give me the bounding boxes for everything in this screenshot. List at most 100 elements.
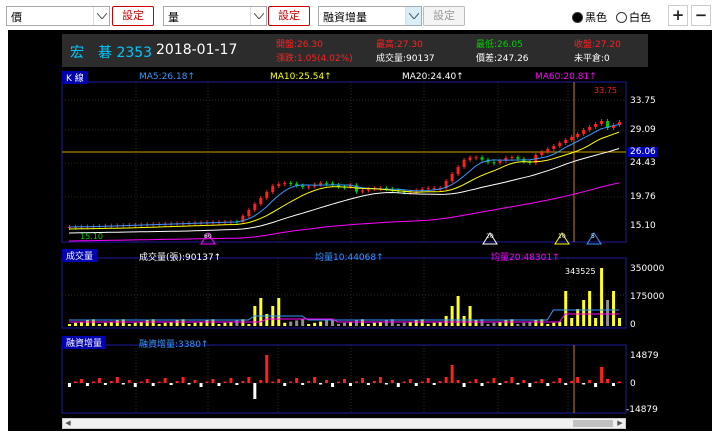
margin-bar <box>540 379 544 383</box>
candle-body <box>265 192 269 198</box>
margin-value-label: 融資增量:3380↑ <box>139 340 209 350</box>
candle-body <box>426 188 430 190</box>
marker-60[interactable]: 60 <box>200 230 216 245</box>
candle-body <box>510 157 514 159</box>
volume-bar <box>450 306 454 326</box>
candle-body <box>474 157 478 159</box>
volume-bar <box>85 320 89 326</box>
price-set-button[interactable]: 設定 <box>112 6 154 26</box>
volume-select-value: 量 <box>168 11 179 24</box>
volume-bar <box>145 320 149 326</box>
margin-bar <box>582 383 586 385</box>
volume-bar <box>163 322 167 326</box>
margin-bar <box>456 380 460 383</box>
indicator-set-button[interactable]: 設定 <box>423 6 465 26</box>
ma10-line <box>68 131 620 230</box>
volume-bar <box>492 322 496 326</box>
margin-bar <box>432 383 436 385</box>
volume-bar <box>133 322 137 326</box>
candle-body <box>283 183 287 185</box>
ma10-label: MA10:25.54↑ <box>270 72 332 82</box>
margin-bar <box>366 383 370 385</box>
margin-bar <box>492 378 496 383</box>
volume-bar <box>127 324 131 326</box>
margin-bar <box>408 379 412 383</box>
marker-5[interactable]: 5 <box>586 230 602 245</box>
theme-radio-white-label: 白色 <box>629 11 651 24</box>
radio-unchecked-icon <box>616 11 627 23</box>
margin-tick-2: 0 <box>630 379 636 389</box>
margin-bar <box>474 379 478 383</box>
margin-bar <box>468 381 472 383</box>
volume-bar <box>103 322 107 326</box>
margin-bar <box>552 381 556 383</box>
margin-bar <box>612 383 616 386</box>
margin-bar <box>343 379 347 383</box>
volume-ma10-line <box>69 309 619 321</box>
margin-bar <box>163 378 167 383</box>
margin-bar <box>127 380 131 383</box>
margin-bar <box>480 383 484 386</box>
margin-bar <box>331 383 335 387</box>
margin-bar <box>271 381 275 383</box>
theme-radio-white[interactable]: 白色 <box>616 9 651 25</box>
margin-bar <box>528 383 532 387</box>
margin-bar <box>145 379 149 383</box>
volume-bar <box>612 291 616 326</box>
scroll-right-icon[interactable]: ▶ <box>615 419 625 428</box>
candle-body <box>558 143 562 146</box>
volume-bar <box>588 291 592 326</box>
volume-bar <box>504 320 508 326</box>
volume-bar <box>606 300 610 326</box>
candle-body <box>576 134 580 137</box>
scrollbar-thumb[interactable] <box>573 420 613 427</box>
candle-body <box>552 146 556 149</box>
volume-bar <box>68 324 71 326</box>
kline-high-mark: 33.75 <box>594 86 617 95</box>
volume-select[interactable]: 量 <box>163 6 267 26</box>
indicator-select[interactable]: 融資增量 <box>318 6 422 26</box>
volume-bar <box>426 324 430 326</box>
ma60-line <box>68 182 620 242</box>
marker-10[interactable]: 10 <box>554 230 570 245</box>
volume-bar <box>223 322 227 326</box>
volume-bar <box>366 324 370 326</box>
margin-bar <box>594 383 598 387</box>
chevron-down-icon <box>93 7 109 25</box>
kline-tick-2: 29.09 <box>630 125 656 135</box>
margin-bar <box>109 381 113 383</box>
volume-bar <box>414 320 418 326</box>
volume-bar <box>600 268 604 326</box>
volume-bar <box>552 322 556 326</box>
volume-set-button[interactable]: 設定 <box>268 6 310 26</box>
theme-radio-black[interactable]: 黑色 <box>572 9 607 25</box>
zoom-in-button[interactable]: + <box>668 5 688 26</box>
zoom-out-button[interactable]: − <box>691 5 711 26</box>
margin-bar <box>211 379 215 383</box>
margin-bar <box>384 383 388 385</box>
candle-body <box>325 183 329 185</box>
volume-bar <box>444 316 448 326</box>
candle-body <box>546 149 550 152</box>
margin-bar <box>402 381 406 383</box>
candle-body <box>492 162 496 164</box>
volume-bar <box>247 324 251 326</box>
margin-bar <box>169 383 173 385</box>
scroll-left-icon[interactable]: ◀ <box>63 419 73 428</box>
margin-bar <box>181 377 185 383</box>
price-select-value: 價 <box>11 11 22 24</box>
price-select[interactable]: 價 <box>6 6 110 26</box>
margin-bar <box>420 381 424 383</box>
chart-scrollbar[interactable]: ◀ ▶ <box>62 418 626 429</box>
candle-body <box>516 157 520 159</box>
margin-bar <box>187 383 191 385</box>
volume-pane-frame <box>61 257 627 329</box>
margin-bar <box>360 378 364 383</box>
volume-bar <box>468 306 472 326</box>
radio-checked-icon <box>572 11 583 23</box>
margin-bar <box>516 383 520 385</box>
marker-20[interactable]: 20 <box>482 230 498 245</box>
margin-bar <box>450 365 454 383</box>
volume-bar <box>307 324 311 326</box>
ma60-label: MA60:20.81↑ <box>535 72 597 82</box>
